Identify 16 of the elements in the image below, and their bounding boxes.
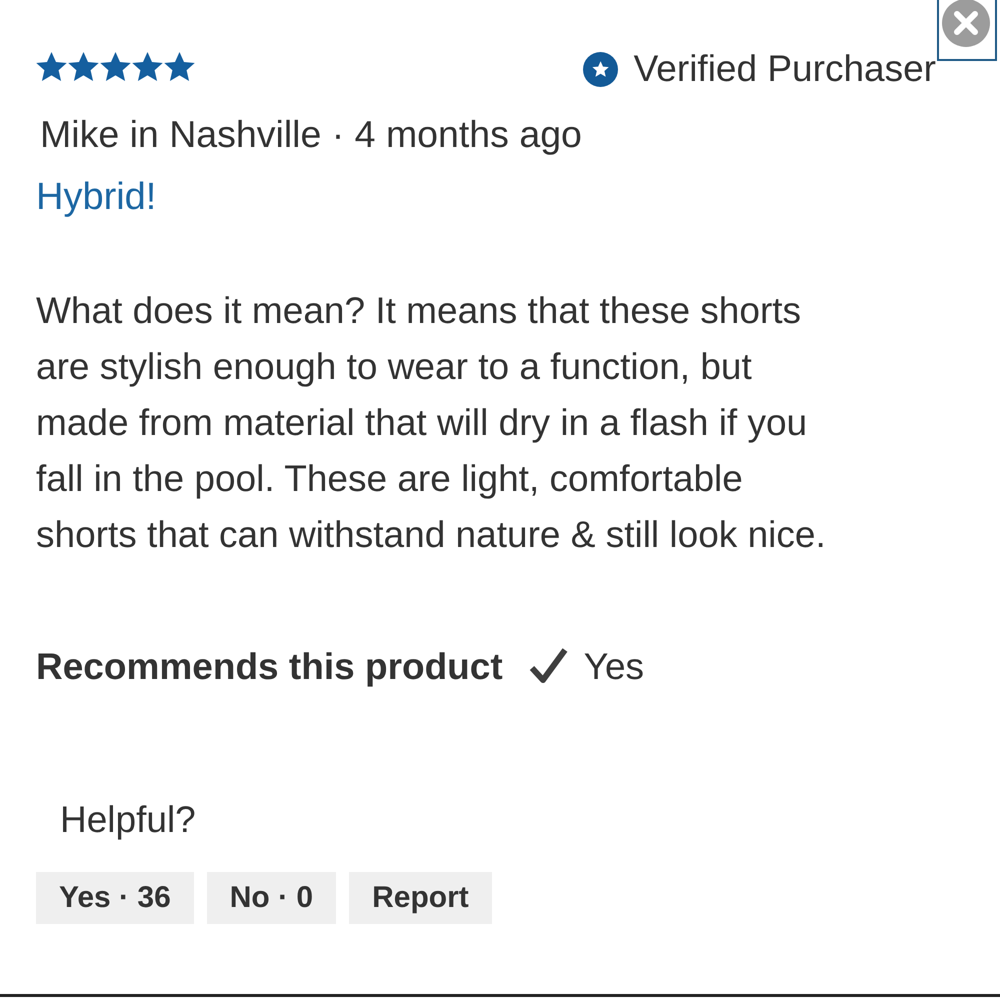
star-icon [36,52,67,80]
review-author-date: Mike in Nashville · 4 months ago [40,114,582,154]
vote-button[interactable]: Yes · 36 [36,872,194,924]
report-button[interactable]: Report [349,872,492,924]
vote-button[interactable]: No · 0 [206,872,336,924]
review-text: What does it mean? It means that these shorts are stylish enough to wear to a function, but made from material that will dry in a flash if you fall in the pool. These are light, comfortable shorts that can withstand nature & still look nice. [36,289,827,557]
star-icon [100,52,131,80]
recommends-label: Recommends this product [36,645,503,689]
verified-purchaser-label: Verified Purchaser [634,48,936,90]
review-title: Hybrid! [36,177,156,217]
star-icon [164,52,195,80]
close-button[interactable] [937,0,997,61]
recommends-answer: Yes [584,645,644,689]
star-icon [132,52,163,80]
star-icon [68,52,99,80]
helpful-prompt: Helpful? [60,798,196,842]
